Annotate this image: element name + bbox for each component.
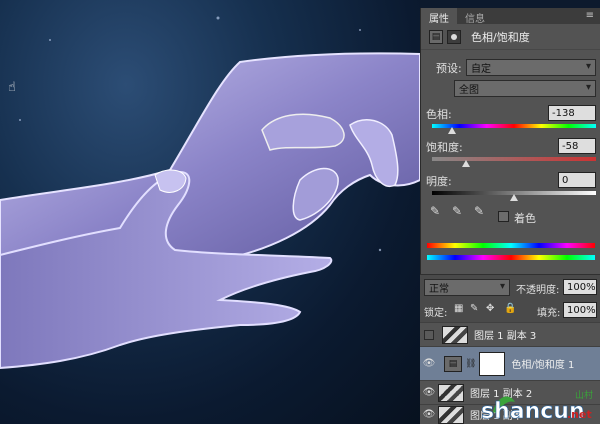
hue-label: 色相: <box>426 108 452 121</box>
watermark-logo: shancun .net 山村 <box>475 384 600 424</box>
layer-mask-icon[interactable] <box>447 29 461 44</box>
watermark-suffix: .net <box>567 408 592 421</box>
layer-thumbnail <box>438 405 464 424</box>
saturation-slider-thumb[interactable] <box>462 160 471 167</box>
output-spectrum-bar <box>427 255 595 260</box>
range-select[interactable]: 全图 <box>454 80 596 97</box>
eyedropper-minus-icon[interactable]: ✎ <box>474 204 484 218</box>
layer-thumbnail <box>438 383 464 402</box>
saturation-label: 饱和度: <box>426 141 463 154</box>
lightness-label: 明度: <box>426 175 452 188</box>
lightness-slider-thumb[interactable] <box>510 194 518 201</box>
panel-tabs: 属性 信息 ≡ <box>421 8 600 25</box>
layer-name: 图层 1 副本 3 <box>474 331 537 342</box>
visibility-toggle-off[interactable] <box>424 329 434 340</box>
eye-icon[interactable]: 👁 <box>420 409 438 420</box>
hands-artwork <box>0 16 420 370</box>
panel-menu-icon[interactable]: ≡ <box>586 10 594 21</box>
preset-row: 预设: <box>436 60 462 76</box>
lock-label: 锁定: <box>424 308 448 319</box>
colorize-label: 着色 <box>514 212 536 225</box>
preset-label: 预设: <box>436 62 462 75</box>
hue-value[interactable]: -138 <box>548 105 596 121</box>
eyedropper-plus-icon[interactable]: ✎ <box>452 204 462 218</box>
preset-select[interactable]: 自定 <box>466 59 596 76</box>
adjustment-title: 色相/饱和度 <box>471 30 530 44</box>
tab-properties[interactable]: 属性 <box>421 8 457 25</box>
eye-icon[interactable]: 👁 <box>420 358 438 369</box>
lightness-value[interactable]: 0 <box>558 172 596 188</box>
blend-mode-select[interactable]: 正常 <box>424 279 510 296</box>
hue-slider-thumb[interactable] <box>447 127 456 134</box>
watermark-subtext: 山村 <box>575 389 593 401</box>
lock-image-icon[interactable]: ✎ <box>470 303 478 314</box>
input-spectrum-bar <box>427 243 595 248</box>
adjustment-icon: ▤ <box>444 355 462 372</box>
photoshop-window: 属性 信息 ≡ ▤ 色相/饱和度 预设: 自定 ☝ 全图 色相: -138 饱和… <box>0 0 600 424</box>
layer-thumbnail <box>442 325 468 344</box>
fill-value[interactable]: 100% <box>563 302 597 318</box>
lock-all-icon[interactable]: 🔒 <box>504 303 516 314</box>
saturation-slider-track[interactable] <box>432 157 596 161</box>
layer-row[interactable]: 图层 1 副本 3 <box>420 322 600 346</box>
adjustment-layer-icon[interactable]: ▤ <box>429 29 443 44</box>
saturation-value[interactable]: -58 <box>558 138 596 154</box>
hue-slider-track[interactable] <box>432 124 596 128</box>
targeted-adjustment-hand-icon[interactable]: ☝ <box>8 80 16 95</box>
layer-row-active[interactable]: 👁 ▤ ⛓ 色相/饱和度 1 <box>420 346 600 380</box>
opacity-value[interactable]: 100% <box>563 279 597 295</box>
adjustment-title-row: ▤ 色相/饱和度 <box>421 24 600 50</box>
lock-position-icon[interactable]: ✥ <box>486 303 494 314</box>
colorize-checkbox[interactable] <box>498 211 509 222</box>
opacity-label: 不透明度: <box>516 285 560 296</box>
fill-label: 填充: <box>537 308 561 319</box>
eyedropper-icon[interactable]: ✎ <box>430 204 440 218</box>
document-canvas[interactable] <box>0 0 420 424</box>
tab-info[interactable]: 信息 <box>457 8 493 25</box>
layer-name: 色相/饱和度 1 <box>511 360 575 371</box>
link-icon[interactable]: ⛓ <box>465 359 476 369</box>
mask-thumbnail[interactable] <box>479 351 506 376</box>
lock-transparent-icon[interactable]: ▦ <box>454 303 463 314</box>
eye-icon[interactable]: 👁 <box>420 387 438 398</box>
